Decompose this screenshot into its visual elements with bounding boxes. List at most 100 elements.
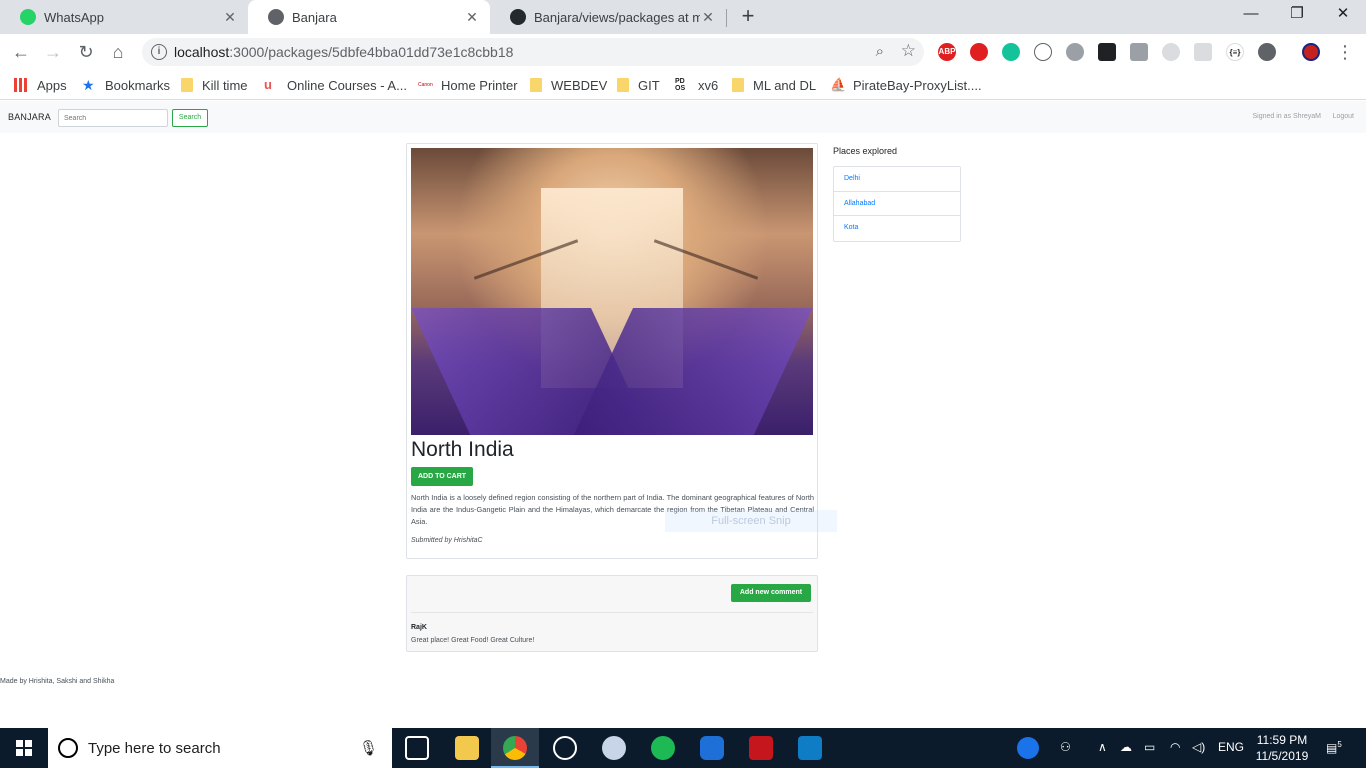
udemy-icon: u <box>264 77 272 92</box>
vscode-icon[interactable] <box>798 736 822 760</box>
home-icon[interactable]: ⌂ <box>107 41 129 63</box>
taskbar-clock[interactable]: 11:59 PM 11/5/2019 <box>1254 732 1310 764</box>
place-item-allahabad[interactable]: Allahabad <box>834 192 960 216</box>
zoom-icon[interactable]: ⌕ <box>876 43 884 60</box>
chevron-up-icon[interactable]: ∧ <box>1098 740 1107 754</box>
info-icon[interactable]: i <box>151 44 167 60</box>
adblock-icon[interactable]: ABP <box>938 43 956 61</box>
package-title: North India <box>411 438 514 461</box>
microphone-icon[interactable]: 🎙 <box>359 739 378 757</box>
bookmark-git[interactable]: GIT <box>617 76 660 94</box>
snip-overlay[interactable]: Full-screen Snip <box>665 510 837 532</box>
minimize-button[interactable]: — <box>1228 0 1274 30</box>
onedrive-icon[interactable]: ☁ <box>1120 740 1132 754</box>
wifi-icon[interactable]: ◠ <box>1170 740 1180 754</box>
extension-icon[interactable] <box>1034 43 1052 61</box>
json-extension-icon[interactable]: {≡} <box>1226 43 1244 61</box>
package-card: North India ADD TO CART North India is a… <box>406 143 818 559</box>
acrobat-icon[interactable] <box>749 736 773 760</box>
close-window-button[interactable]: ✕ <box>1320 0 1366 30</box>
battery-icon[interactable]: ▭ <box>1144 740 1155 754</box>
extension-icon[interactable] <box>1194 43 1212 61</box>
extension-icon[interactable] <box>1130 43 1148 61</box>
bookmark-apps[interactable]: Apps <box>14 76 67 94</box>
tab-title: Banjara <box>292 9 337 25</box>
alarm-clock-icon[interactable] <box>553 736 577 760</box>
address-bar[interactable]: i localhost:3000/packages/5dbfe4bba01dd7… <box>142 38 924 66</box>
imo-icon[interactable] <box>700 736 724 760</box>
people-icon[interactable]: ⚇ <box>1060 740 1071 754</box>
signed-in-text: Signed in as ShreyaM <box>1252 113 1321 120</box>
add-comment-button[interactable]: Add new comment <box>731 584 811 602</box>
logout-link[interactable]: Logout <box>1333 113 1354 120</box>
volume-icon[interactable]: ◁) <box>1192 740 1205 754</box>
taskbar-search[interactable]: Type here to search 🎙 <box>48 728 392 768</box>
star-icon: ★ <box>82 77 95 93</box>
bookmark-kill-time[interactable]: Kill time <box>181 76 248 94</box>
back-arrow-icon[interactable]: ← <box>10 41 32 63</box>
close-icon[interactable]: ✕ <box>222 9 238 26</box>
bookmark-xv6[interactable]: PD OS xv6 <box>675 76 718 94</box>
forward-arrow-icon[interactable]: → <box>42 41 64 63</box>
divider <box>411 612 813 613</box>
bookmark-ml-dl[interactable]: ML and DL <box>732 76 816 94</box>
place-item-kota[interactable]: Kota <box>834 216 960 241</box>
footer-credits: Made by Hrishita, Sakshi and Shikha <box>0 678 115 685</box>
bookmark-bookmarks[interactable]: ★ Bookmarks <box>82 76 170 94</box>
tab-title: Banjara/views/packages at maste <box>534 9 700 25</box>
windows-taskbar: Type here to search 🎙 ⚇ ∧ ☁ ▭ ◠ ◁) ENG 1… <box>0 728 1366 768</box>
menu-dots-icon[interactable]: ⋮ <box>1334 41 1356 63</box>
tab-banjara[interactable]: Banjara ✕ <box>248 0 490 34</box>
help-icon[interactable] <box>1017 737 1039 759</box>
add-to-cart-button[interactable]: ADD TO CART <box>411 467 473 486</box>
bookmark-star-icon[interactable]: ☆ <box>901 41 916 61</box>
bookmark-label: ML and DL <box>753 77 817 93</box>
task-view-icon[interactable] <box>405 736 429 760</box>
restore-button[interactable]: ❐ <box>1274 0 1320 30</box>
new-tab-button[interactable]: + <box>737 5 759 27</box>
tab-whatsapp[interactable]: WhatsApp ✕ <box>0 0 248 34</box>
place-item-delhi[interactable]: Delhi <box>834 167 960 192</box>
reload-icon[interactable]: ↻ <box>75 41 97 63</box>
tab-github[interactable]: Banjara/views/packages at maste ✕ <box>490 0 726 34</box>
close-icon[interactable]: ✕ <box>464 9 480 26</box>
folder-icon <box>617 78 629 92</box>
bookmark-label: WEBDEV <box>551 77 608 93</box>
clock-date: 11/5/2019 <box>1255 749 1309 763</box>
close-icon[interactable]: ✕ <box>700 9 716 26</box>
bookmark-label: Bookmarks <box>105 77 171 93</box>
bookmark-piratebay[interactable]: ⛵ PirateBay-ProxyList.... <box>830 76 982 94</box>
globe-icon <box>268 9 284 25</box>
extension-icon[interactable] <box>1066 43 1084 61</box>
search-input[interactable] <box>58 109 168 127</box>
folder-icon <box>530 78 542 92</box>
chrome-taskbar-button[interactable] <box>491 728 539 768</box>
bookmark-online-courses[interactable]: u Online Courses - A... <box>264 76 407 94</box>
file-explorer-icon[interactable] <box>455 736 479 760</box>
paint-icon[interactable] <box>602 736 626 760</box>
language-indicator[interactable]: ENG <box>1218 740 1244 754</box>
profile-avatar[interactable] <box>1302 43 1320 61</box>
bookmark-label: PirateBay-ProxyList.... <box>853 77 982 93</box>
bookmark-label: Home Printer <box>441 77 518 93</box>
tab-separator <box>726 9 727 27</box>
extension-icon[interactable] <box>1098 43 1116 61</box>
bookmark-label: Kill time <box>202 77 248 93</box>
extension-icon[interactable] <box>1162 43 1180 61</box>
bookmark-label: xv6 <box>698 77 719 93</box>
cortana-icon <box>58 738 78 758</box>
grammarly-icon[interactable] <box>1002 43 1020 61</box>
notifications-icon[interactable]: ▤5 <box>1326 740 1342 755</box>
bookmark-label: GIT <box>638 77 660 93</box>
spotify-icon[interactable] <box>651 736 675 760</box>
folder-icon <box>732 78 744 92</box>
taskbar-search-text: Type here to search <box>88 740 221 757</box>
search-button[interactable]: Search <box>172 109 208 127</box>
start-button[interactable] <box>0 728 48 768</box>
brand-logo[interactable]: BANJARA <box>8 112 51 122</box>
comment-author: RajK <box>411 624 427 631</box>
extension-icon[interactable] <box>1258 43 1276 61</box>
bookmark-webdev[interactable]: WEBDEV <box>530 76 607 94</box>
bookmark-home-printer[interactable]: Canon Home Printer <box>418 76 518 94</box>
stop-extension-icon[interactable] <box>970 43 988 61</box>
